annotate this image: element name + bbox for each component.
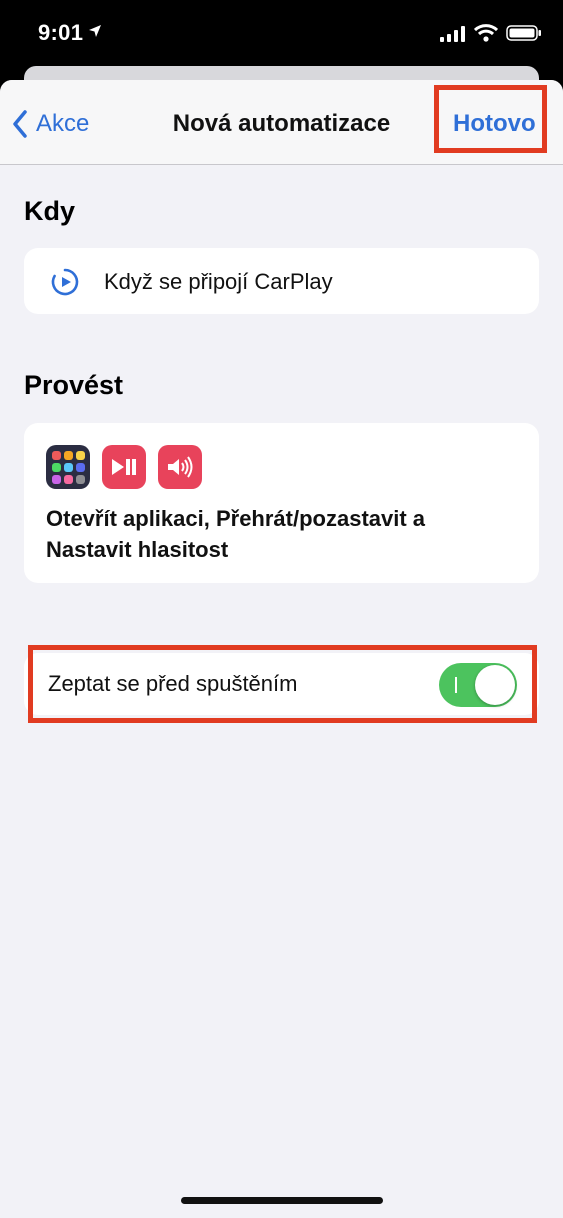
status-bar: 9:01 <box>0 0 563 66</box>
automation-sheet: Akce Nová automatizace Hotovo Kdy Když s… <box>0 80 563 1218</box>
done-highlight-box <box>434 85 547 153</box>
section-title-do: Provést <box>24 370 124 400</box>
navigation-bar: Akce Nová automatizace Hotovo <box>0 80 563 165</box>
actions-summary: Otevřít aplikaci, Přehrát/pozastavit a N… <box>46 506 426 562</box>
trigger-label: Když se připojí CarPlay <box>104 269 333 294</box>
back-button[interactable]: Akce <box>12 104 89 144</box>
section-title-when: Kdy <box>24 196 76 226</box>
home-indicator <box>181 1197 383 1204</box>
cellular-signal-icon <box>440 26 466 47</box>
play-pause-icon <box>102 445 146 489</box>
actions-card[interactable]: Otevřít aplikaci, Přehrát/pozastavit a N… <box>24 423 539 583</box>
carplay-play-icon <box>50 267 80 302</box>
open-app-icon <box>46 445 90 489</box>
status-time: 9:01 <box>38 20 84 45</box>
volume-icon <box>158 445 202 489</box>
trigger-card[interactable]: Když se připojí CarPlay <box>24 248 539 314</box>
location-arrow-icon <box>88 24 102 43</box>
back-label: Akce <box>36 110 90 137</box>
action-icons <box>46 445 202 489</box>
wifi-icon <box>473 24 499 47</box>
battery-icon <box>506 25 542 46</box>
chevron-left-icon <box>13 110 27 138</box>
toggle-highlight-box <box>28 645 537 723</box>
